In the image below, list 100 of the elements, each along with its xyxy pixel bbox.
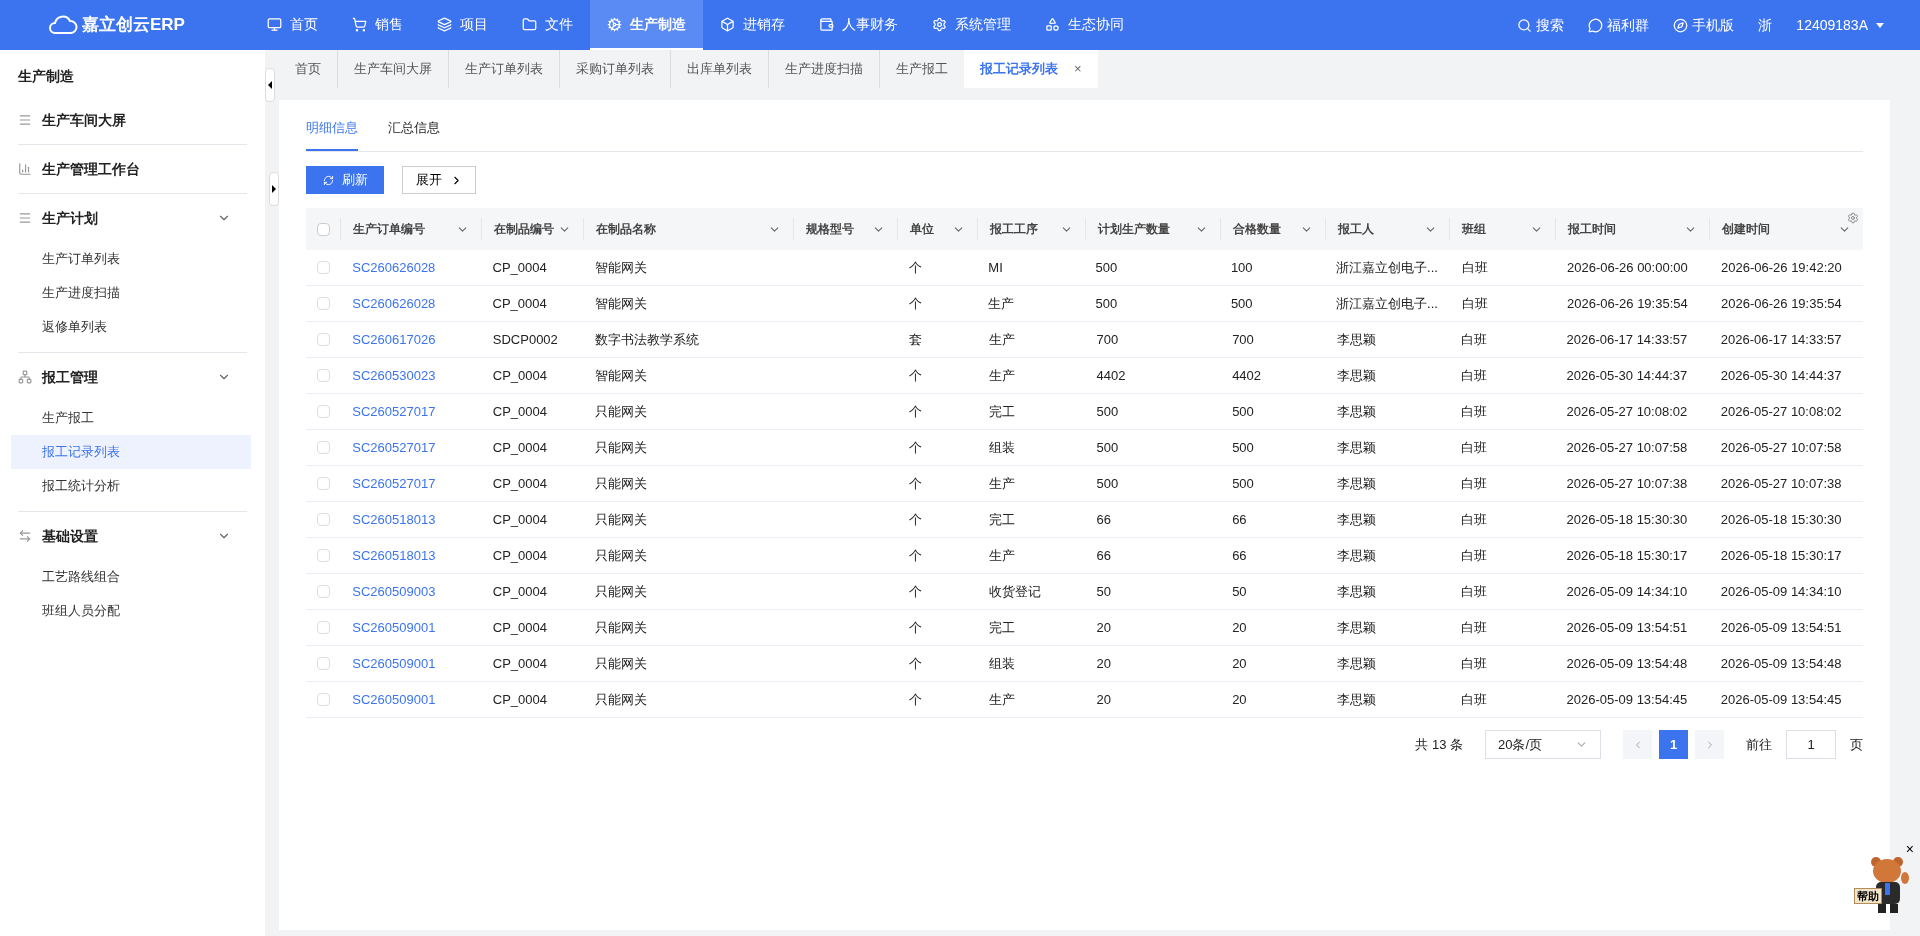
table-cell: 20 — [1232, 691, 1247, 707]
order-link[interactable]: SC260527017 — [352, 475, 436, 491]
table-cell: CP_0004 — [492, 439, 547, 455]
nav-tab[interactable]: 系统管理 — [915, 0, 1028, 50]
nav-tab[interactable]: 人事财务 — [802, 0, 915, 50]
panel-handle[interactable] — [269, 172, 279, 206]
table-cell: 个 — [908, 259, 922, 275]
menu-item[interactable]: 生产订单列表 — [11, 242, 251, 276]
help-sign[interactable]: 帮助 — [1854, 888, 1882, 904]
order-link[interactable]: SC260617026 — [352, 331, 436, 347]
close-icon[interactable]: × — [1074, 59, 1082, 79]
table-cell: CP_0004 — [492, 547, 547, 563]
table-cell: 李思颖 — [1337, 547, 1377, 563]
menu-group[interactable]: 生产车间大屏 — [18, 96, 247, 144]
expand-button[interactable]: 展开 — [402, 166, 476, 194]
menu-item[interactable]: 生产进度扫描 — [11, 276, 251, 310]
prev-page-button[interactable] — [1623, 730, 1652, 759]
table-cell: 生产 — [989, 547, 1016, 563]
table-cell: 2026-05-27 10:08:02 — [1720, 403, 1842, 419]
order-link[interactable]: SC260518013 — [352, 547, 436, 563]
checkbox[interactable] — [316, 405, 330, 418]
menu-item[interactable]: 报工记录列表 — [11, 435, 251, 469]
order-link[interactable]: SC260509001 — [352, 655, 436, 671]
hierarchy-icon — [18, 370, 32, 384]
checkbox[interactable] — [316, 621, 330, 634]
compass-icon — [1673, 17, 1689, 33]
order-link[interactable]: SC260527017 — [352, 403, 436, 419]
table-cell: 浙江嘉立创电子... — [1336, 295, 1438, 311]
order-link[interactable]: SC260626028 — [352, 295, 436, 311]
settings-icon[interactable] — [1847, 212, 1859, 224]
sub-tab[interactable]: 明细信息 — [306, 117, 358, 151]
table-cell: CP_0004 — [492, 475, 547, 491]
table-cell: 20 — [1096, 655, 1111, 671]
checkbox[interactable] — [316, 477, 330, 490]
table-cell: 只能网关 — [595, 511, 648, 527]
menu-group[interactable]: 生产计划 — [18, 194, 247, 242]
header-link[interactable]: 搜索 — [1517, 14, 1565, 36]
table-cell: 个 — [909, 619, 923, 635]
menu-item[interactable]: 工艺路线组合 — [11, 560, 251, 594]
table-cell: 2026-06-26 19:35:54 — [1567, 295, 1688, 311]
table-cell: 个 — [909, 547, 923, 563]
nav-tab[interactable]: 生产制造 — [590, 0, 703, 50]
menu-item[interactable]: 报工统计分析 — [11, 469, 251, 503]
nav-tab[interactable]: 项目 — [420, 0, 505, 50]
caret-icon — [1876, 22, 1884, 28]
nav-tab[interactable]: 进销存 — [703, 0, 802, 50]
table-cell: 50 — [1232, 583, 1247, 599]
checkbox[interactable] — [316, 549, 330, 562]
table-cell: 完工 — [989, 511, 1016, 527]
order-link[interactable]: SC260518013 — [352, 511, 436, 527]
app-logo[interactable]: 嘉立创云ERP — [82, 12, 185, 38]
table-cell: 白班 — [1461, 547, 1488, 563]
table-cell: 数字书法教学系统 — [595, 331, 700, 347]
nav-tab[interactable]: 生态协同 — [1028, 0, 1141, 50]
helper-mascot-drawing — [1868, 856, 1910, 914]
order-link[interactable]: SC260509001 — [352, 691, 436, 707]
sub-tab[interactable]: 汇总信息 — [388, 117, 440, 151]
checkbox[interactable] — [316, 441, 330, 454]
nav-tab[interactable]: 销售 — [335, 0, 420, 50]
checkbox[interactable] — [316, 369, 330, 382]
menu-item[interactable]: 生产报工 — [11, 401, 251, 435]
table-cell: 2026-05-09 13:54:51 — [1566, 619, 1688, 635]
table-cell: 白班 — [1461, 691, 1488, 707]
header-link[interactable]: 手机版 — [1673, 14, 1735, 36]
page-tab[interactable]: 报工记录列表 × — [964, 50, 1098, 88]
table-cell: 2026-05-09 14:34:10 — [1566, 583, 1688, 599]
list-icon — [18, 211, 32, 225]
menu-group[interactable]: 报工管理 — [18, 353, 247, 401]
order-link[interactable]: SC260509003 — [352, 583, 436, 599]
checkbox[interactable] — [316, 657, 330, 670]
table-cell: 500 — [1096, 403, 1119, 419]
user-menu[interactable]: 12409183A — [1796, 14, 1884, 36]
order-link[interactable]: SC260527017 — [352, 439, 436, 455]
nav-tab[interactable]: 首页 — [250, 0, 335, 50]
checkbox[interactable] — [316, 297, 330, 310]
refresh-button[interactable]: 刷新 — [306, 166, 384, 194]
checkbox[interactable] — [316, 693, 330, 706]
next-page-button[interactable] — [1695, 730, 1724, 759]
table-cell: 2026-05-27 10:08:02 — [1566, 403, 1688, 419]
menu-group[interactable]: 生产管理工作台 — [18, 145, 247, 193]
table-cell: 66 — [1232, 547, 1247, 563]
menu-item[interactable]: 返修单列表 — [11, 310, 251, 344]
goto-page-field[interactable]: 1 — [1786, 730, 1836, 759]
page-number[interactable]: 1 — [1659, 730, 1688, 759]
checkbox[interactable] — [316, 261, 330, 274]
checkbox[interactable] — [316, 222, 330, 236]
checkbox[interactable] — [316, 513, 330, 526]
table-cell: 2026-06-26 19:35:54 — [1721, 295, 1842, 311]
nav-tab[interactable]: 文件 — [505, 0, 590, 50]
menu-item[interactable]: 班组人员分配 — [11, 594, 251, 628]
order-link[interactable]: SC260626028 — [352, 259, 436, 275]
page-size-select[interactable]: 20条/页 — [1485, 730, 1601, 759]
header-link[interactable]: 福利群 — [1588, 14, 1650, 36]
table-cell: 500 — [1095, 259, 1118, 275]
checkbox[interactable] — [316, 333, 330, 346]
order-link[interactable]: SC260530023 — [352, 367, 436, 383]
collapse-handle[interactable] — [265, 68, 275, 102]
menu-group[interactable]: 基础设置 — [18, 512, 247, 560]
order-link[interactable]: SC260509001 — [352, 619, 436, 635]
checkbox[interactable] — [316, 585, 330, 598]
